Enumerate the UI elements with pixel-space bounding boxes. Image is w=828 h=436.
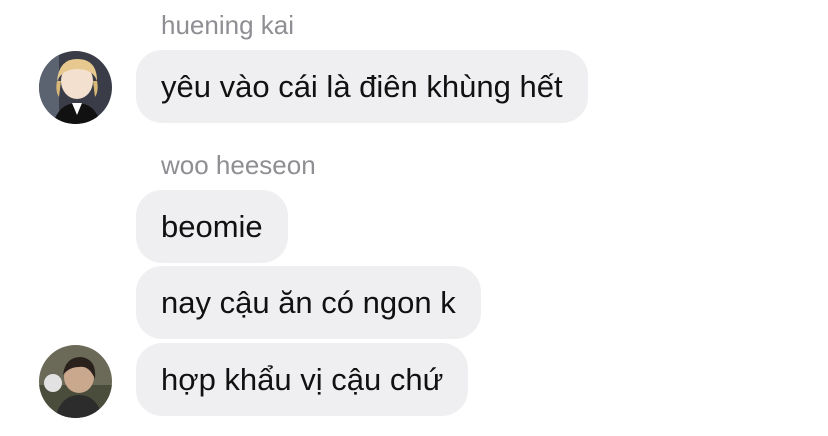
message-text: hợp khẩu vị cậu chứ [161, 361, 444, 397]
avatar-huening-kai[interactable] [39, 51, 112, 124]
message-bubble[interactable]: beomie [136, 190, 288, 263]
sender-name-huening-kai: huening kai [161, 10, 294, 40]
message-bubble[interactable]: nay cậu ăn có ngon k [136, 266, 481, 339]
sender-name-woo-heeseon: woo heeseon [161, 150, 316, 180]
message-text: nay cậu ăn có ngon k [161, 284, 456, 320]
message-bubble[interactable]: yêu vào cái là điên khùng hết [136, 50, 588, 123]
avatar-woo-heeseon[interactable] [39, 345, 112, 418]
message-text: yêu vào cái là điên khùng hết [161, 68, 563, 104]
user-avatar-blonde-icon [39, 51, 112, 124]
message-bubble[interactable]: hợp khẩu vị cậu chứ [136, 343, 469, 416]
user-avatar-dark-icon [39, 345, 112, 418]
message-text: beomie [161, 208, 263, 244]
